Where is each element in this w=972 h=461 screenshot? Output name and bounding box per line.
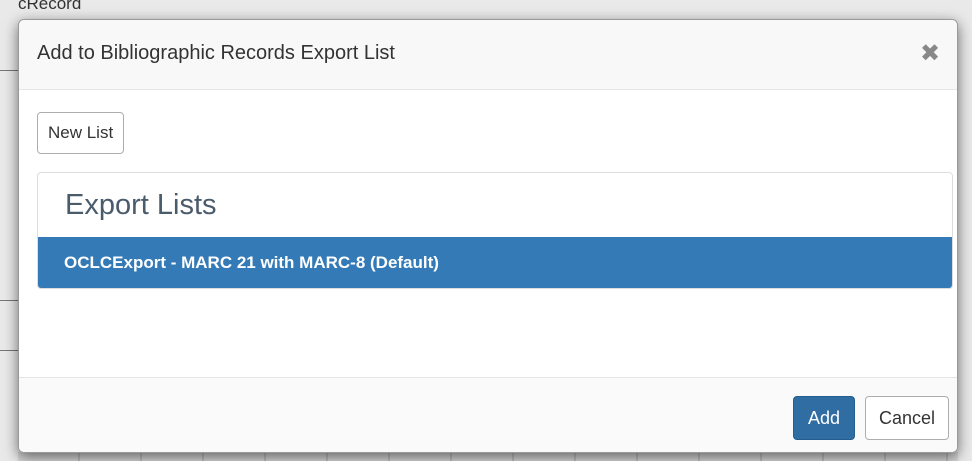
background-record-text: cRecord [18, 0, 82, 13]
background-divider [0, 70, 18, 71]
modal-body: New List Export Lists OCLCExport - MARC … [19, 90, 957, 377]
modal-header: Add to Bibliographic Records Export List… [19, 20, 957, 90]
background-table-edge [18, 452, 958, 461]
export-list-item-oclcexport[interactable]: OCLCExport - MARC 21 with MARC-8 (Defaul… [38, 237, 952, 288]
background-divider [0, 350, 18, 351]
export-list-modal: Add to Bibliographic Records Export List… [18, 19, 958, 453]
panel-heading: Export Lists [65, 188, 217, 221]
close-icon[interactable]: ✖ [917, 39, 943, 67]
modal-footer: Add Cancel [19, 377, 957, 452]
cancel-button[interactable]: Cancel [865, 396, 949, 440]
background-divider [0, 300, 18, 301]
modal-title: Add to Bibliographic Records Export List [37, 42, 395, 64]
new-list-button[interactable]: New List [37, 112, 125, 154]
export-lists-panel: Export Lists OCLCExport - MARC 21 with M… [37, 172, 953, 289]
add-button[interactable]: Add [793, 396, 855, 440]
